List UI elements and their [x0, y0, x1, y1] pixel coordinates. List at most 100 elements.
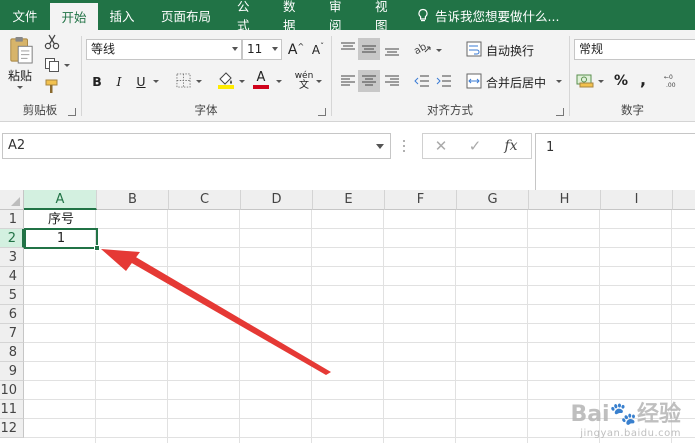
grow-font-button[interactable]: A ^: [285, 39, 307, 61]
paste-icon[interactable]: [8, 35, 34, 65]
shrink-font-button[interactable]: Aˇ: [307, 39, 329, 61]
cut-icon[interactable]: [44, 34, 60, 50]
cancel-icon[interactable]: ✕: [425, 134, 457, 158]
copy-icon[interactable]: [44, 57, 60, 73]
row-header-7[interactable]: 7: [0, 324, 24, 343]
enter-check-icon[interactable]: ✓: [459, 134, 491, 158]
selected-cell-border: [24, 228, 98, 249]
copy-dropdown-icon[interactable]: [64, 64, 70, 67]
column-header-f[interactable]: F: [385, 190, 457, 210]
worksheet-grid: A B C D E F G H I 1 2 3 4 5 6 7 8 9 10 1…: [0, 190, 695, 443]
font-group-label: 字体: [194, 103, 218, 117]
drag-handle-icon[interactable]: [402, 139, 406, 153]
paste-button-label[interactable]: 粘贴: [8, 67, 32, 84]
row-header-3[interactable]: 3: [0, 248, 24, 267]
font-size-combo[interactable]: 11: [242, 39, 282, 60]
cell-a1[interactable]: 序号: [25, 210, 97, 229]
tab-page-layout[interactable]: 页面布局: [146, 0, 226, 30]
orientation-icon[interactable]: ab: [414, 40, 432, 56]
percent-button[interactable]: %: [610, 70, 632, 92]
column-header-i[interactable]: I: [601, 190, 673, 210]
column-header-e[interactable]: E: [313, 190, 385, 210]
tab-file[interactable]: 文件: [0, 0, 50, 30]
chevron-down-icon[interactable]: [272, 47, 278, 51]
number-format-combo[interactable]: 常规: [574, 39, 695, 60]
chevron-down-icon[interactable]: [376, 144, 384, 149]
insert-function-button[interactable]: fx: [495, 134, 527, 158]
bold-button[interactable]: B: [86, 70, 108, 92]
row-header-6[interactable]: 6: [0, 305, 24, 324]
font-color-dropdown-icon[interactable]: [276, 80, 282, 83]
borders-dropdown-icon[interactable]: [196, 80, 202, 83]
column-header-d[interactable]: D: [241, 190, 313, 210]
column-header-j[interactable]: [673, 190, 695, 210]
phonetic-button[interactable]: wén 文: [293, 70, 315, 92]
font-name-combo[interactable]: 等线: [86, 39, 242, 60]
caret-down-icon: ˇ: [320, 41, 325, 51]
column-header-b[interactable]: B: [97, 190, 169, 210]
merge-center-icon[interactable]: [466, 73, 482, 89]
borders-icon[interactable]: [176, 73, 191, 88]
tell-me-box[interactable]: 告诉我您想要做什么...: [416, 0, 559, 30]
paste-dropdown-icon[interactable]: [17, 86, 23, 89]
font-color-bar: [253, 85, 269, 89]
wrap-text-button[interactable]: 自动换行: [486, 42, 534, 59]
column-header-a[interactable]: A: [24, 190, 97, 210]
fill-color-dropdown-icon[interactable]: [239, 80, 245, 83]
align-middle-button[interactable]: [358, 38, 380, 60]
underline-dropdown-icon[interactable]: [153, 80, 159, 83]
orientation-dropdown-icon[interactable]: [436, 49, 442, 52]
format-painter-icon[interactable]: [44, 79, 60, 95]
ribbon-home: 粘贴 剪贴板 等线 11 A ^ Aˇ B I U A wén 文 字体 ab …: [0, 30, 695, 122]
align-right-icon[interactable]: [384, 73, 400, 89]
row-header-11[interactable]: 11: [0, 400, 24, 419]
increase-indent-icon[interactable]: [436, 73, 452, 89]
fill-color-icon[interactable]: [217, 71, 235, 89]
wrap-text-icon[interactable]: [466, 41, 482, 57]
column-header-g[interactable]: G: [457, 190, 529, 210]
underline-button[interactable]: U: [130, 70, 152, 92]
tab-view[interactable]: 视图: [364, 0, 410, 33]
column-header-h[interactable]: H: [529, 190, 601, 210]
align-bottom-icon[interactable]: [384, 41, 400, 57]
fill-handle[interactable]: [94, 245, 100, 251]
row-header-10[interactable]: 10: [0, 381, 24, 400]
align-center-button[interactable]: [358, 70, 380, 92]
number-format-value: 常规: [579, 42, 604, 56]
align-left-icon[interactable]: [340, 73, 356, 89]
increase-decimal-icon[interactable]: ←0.00: [664, 72, 682, 88]
comma-button[interactable]: ,: [632, 68, 654, 90]
tab-formulas[interactable]: 公式: [226, 0, 272, 33]
alignment-group-label: 对齐方式: [427, 103, 473, 117]
svg-text:←0: ←0: [664, 74, 673, 81]
name-box[interactable]: A2: [2, 133, 391, 159]
select-all-corner[interactable]: [0, 190, 24, 210]
font-color-button[interactable]: A: [250, 69, 272, 91]
row-header-12[interactable]: 12: [0, 419, 24, 438]
merge-dropdown-icon[interactable]: [556, 80, 562, 83]
chevron-down-icon[interactable]: [232, 47, 238, 51]
row-header-9[interactable]: 9: [0, 362, 24, 381]
merge-center-button[interactable]: 合并后居中: [486, 74, 546, 91]
currency-icon[interactable]: [576, 72, 594, 88]
row-header-2[interactable]: 2: [0, 229, 24, 248]
clipboard-launcher-icon[interactable]: [68, 108, 76, 116]
phonetic-dropdown-icon[interactable]: [316, 80, 322, 83]
decrease-indent-icon[interactable]: [414, 73, 430, 89]
column-header-c[interactable]: C: [169, 190, 241, 210]
tab-review[interactable]: 审阅: [318, 0, 364, 33]
italic-button[interactable]: I: [108, 70, 130, 92]
tab-home[interactable]: 开始: [50, 3, 98, 30]
number-group-label: 数字: [621, 103, 644, 117]
font-launcher-icon[interactable]: [318, 108, 326, 116]
tab-insert[interactable]: 插入: [98, 0, 146, 30]
tab-data[interactable]: 数据: [272, 0, 318, 33]
row-header-1[interactable]: 1: [0, 210, 24, 229]
alignment-launcher-icon[interactable]: [556, 108, 564, 116]
row-header-8[interactable]: 8: [0, 343, 24, 362]
row-header-4[interactable]: 4: [0, 267, 24, 286]
row-header-5[interactable]: 5: [0, 286, 24, 305]
currency-dropdown-icon[interactable]: [598, 80, 604, 83]
align-top-icon[interactable]: [340, 41, 356, 57]
formula-input[interactable]: 1: [535, 133, 695, 191]
